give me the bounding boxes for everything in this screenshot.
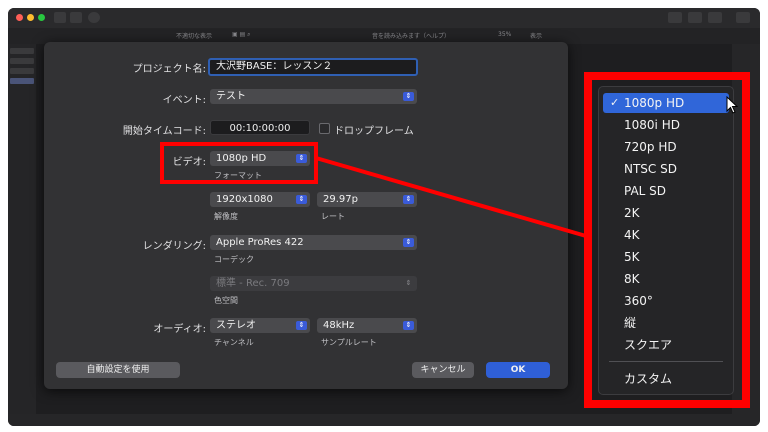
menu-item-pal-sd[interactable]: PAL SD — [599, 181, 733, 201]
menu-item-5k[interactable]: 5K — [599, 247, 733, 267]
format-dropdown-menu: ✓ 1080p HD 1080i HD 720p HD NTSC SD PAL … — [598, 86, 734, 395]
menu-item-ntsc-sd[interactable]: NTSC SD — [599, 159, 733, 179]
menu-item-vertical[interactable]: 縦 — [599, 313, 733, 333]
menu-separator — [609, 361, 723, 362]
menu-item-8k[interactable]: 8K — [599, 269, 733, 289]
menu-item-1080i-hd[interactable]: 1080i HD — [599, 115, 733, 135]
menu-item-1080p-hd[interactable]: ✓ 1080p HD — [603, 93, 729, 113]
menu-item-square[interactable]: スクエア — [599, 335, 733, 355]
menu-item-720p-hd[interactable]: 720p HD — [599, 137, 733, 157]
menu-item-360[interactable]: 360° — [599, 291, 733, 311]
mouse-cursor-icon — [726, 96, 739, 114]
menu-item-custom[interactable]: カスタム — [599, 369, 733, 389]
menu-item-4k[interactable]: 4K — [599, 225, 733, 245]
menu-item-2k[interactable]: 2K — [599, 203, 733, 223]
checkmark-icon: ✓ — [610, 96, 620, 109]
